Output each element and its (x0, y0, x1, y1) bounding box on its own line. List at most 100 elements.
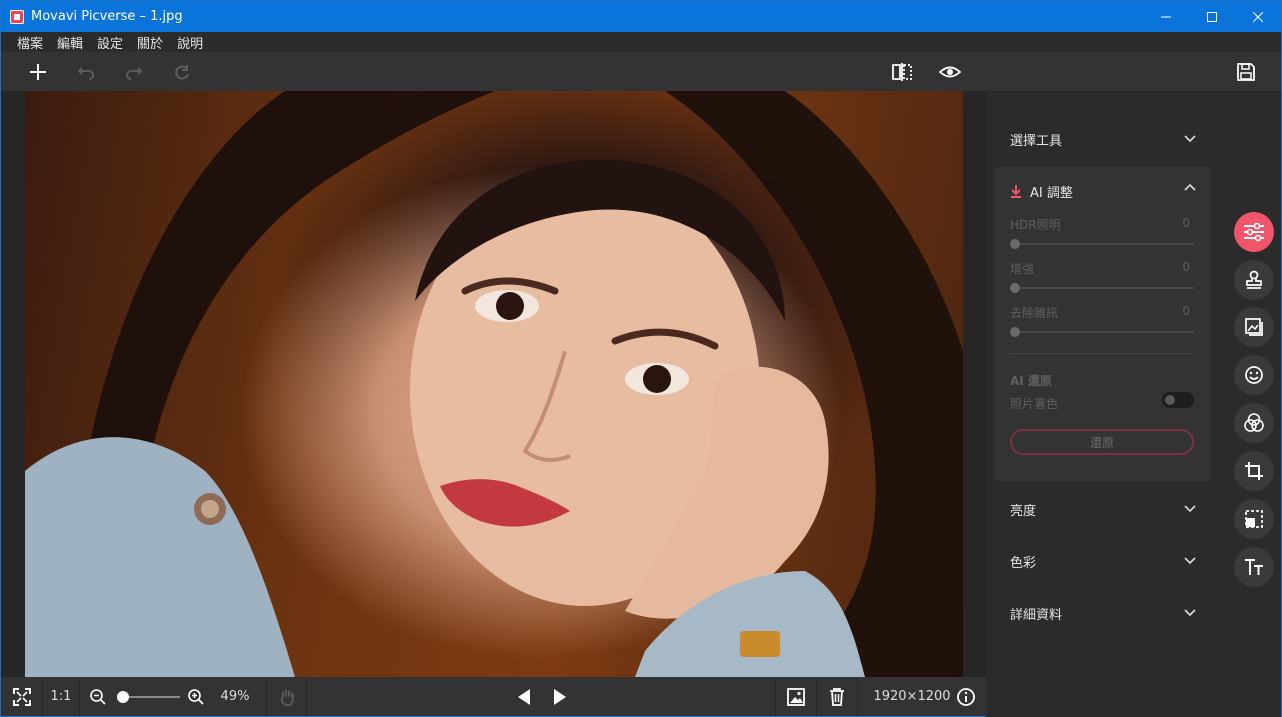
reset-button[interactable] (170, 60, 194, 84)
previous-image-button[interactable] (509, 677, 539, 716)
image-stack-icon (1245, 318, 1263, 336)
eye-icon (939, 66, 961, 78)
section-title: 選擇工具 (1010, 133, 1063, 149)
slider-name: HDR照明 (1010, 218, 1061, 232)
fullscreen-icon (12, 687, 31, 706)
slider-name: 增強 (1010, 262, 1035, 276)
tool-crop[interactable] (1234, 451, 1274, 491)
save-icon (1237, 63, 1255, 81)
colorize-toggle[interactable] (1162, 392, 1194, 408)
section-details[interactable]: 詳細資料 (1010, 603, 1196, 623)
triangle-right-icon (554, 688, 566, 705)
section-title: 詳細資料 (1010, 607, 1063, 623)
slider-value: 0 (1182, 260, 1190, 274)
add-button[interactable] (26, 60, 50, 84)
divider (1010, 353, 1194, 354)
section-select-tools[interactable]: 選擇工具 (1010, 129, 1196, 149)
maximize-icon (1207, 11, 1217, 22)
hdr-slider-label: HDR照明 0 (1010, 216, 1190, 233)
reset-icon (175, 65, 189, 80)
maximize-button[interactable] (1189, 1, 1235, 32)
toolbar (1, 52, 1281, 91)
hand-icon (280, 688, 294, 706)
redo-button[interactable] (122, 60, 146, 84)
trash-icon (830, 687, 844, 706)
enhance-slider[interactable] (1010, 287, 1194, 289)
portrait-photo (25, 91, 963, 677)
slider-value: 0 (1182, 216, 1190, 230)
restore-button[interactable]: 還原 (1010, 429, 1194, 455)
tool-stamp[interactable] (1234, 260, 1274, 300)
hdr-slider[interactable] (1010, 243, 1194, 245)
ai-adjust-section: AI 調整 HDR照明 0 增強 0 去除雜訊 0 AI 還原 照片著色 還原 (994, 167, 1210, 481)
minimize-button[interactable] (1143, 1, 1189, 32)
window-controls (1143, 1, 1281, 32)
enhance-slider-label: 增強 0 (1010, 260, 1190, 277)
undo-button[interactable] (74, 60, 98, 84)
separator (306, 677, 307, 716)
resize-icon (1245, 510, 1263, 528)
crop-icon (1245, 462, 1263, 480)
stamp-icon (1246, 270, 1262, 289)
bottom-bar: 1:1 49% 1920×1200 (1, 677, 986, 716)
menu-about[interactable]: 關於 (130, 33, 170, 52)
denoise-slider[interactable] (1010, 331, 1194, 333)
denoise-slider-handle[interactable] (1010, 327, 1020, 337)
section-title: 亮度 (1010, 503, 1037, 519)
delete-button[interactable] (817, 677, 857, 716)
close-icon (1253, 11, 1263, 22)
color-circles-icon (1244, 413, 1264, 432)
chevron-down-icon (1184, 609, 1196, 617)
separator (857, 677, 858, 716)
save-button[interactable] (1234, 60, 1258, 84)
slider-value: 0 (1182, 304, 1190, 318)
zoom-slider-handle[interactable] (117, 691, 129, 703)
close-button[interactable] (1235, 1, 1281, 32)
enhance-slider-handle[interactable] (1010, 283, 1020, 293)
zoom-in-icon (188, 688, 204, 705)
chevron-down-icon (1184, 557, 1196, 565)
minimize-icon (1161, 16, 1171, 17)
section-title: 色彩 (1010, 555, 1037, 571)
ai-restore-heading: AI 還原 (1010, 374, 1052, 388)
ai-adjust-title: AI 調整 (1030, 185, 1073, 201)
title-bar: Movavi Picverse – 1.jpg (1, 1, 1281, 32)
zoom-percent: 49% (220, 689, 250, 704)
pan-button[interactable] (274, 677, 300, 716)
compare-button[interactable] (890, 60, 914, 84)
zoom-in-button[interactable] (185, 677, 207, 716)
info-button[interactable] (954, 677, 978, 716)
menu-bar: 檔案 編輯 設定 關於 說明 (1, 32, 1281, 52)
colorize-label: 照片著色 (1010, 397, 1059, 411)
download-arrow-icon (1011, 185, 1021, 198)
zoom-out-button[interactable] (87, 677, 109, 716)
tool-resize[interactable] (1234, 499, 1274, 539)
menu-edit[interactable]: 編輯 (50, 33, 90, 52)
tool-strip (1223, 91, 1281, 717)
image-dimensions: 1920×1200 (873, 689, 951, 704)
smiley-icon (1245, 366, 1263, 384)
image-canvas[interactable] (1, 91, 986, 677)
menu-help[interactable]: 說明 (170, 33, 210, 52)
adjustments-panel: 選擇工具 AI 調整 HDR照明 0 增強 0 去除雜訊 0 AI 還原 照片著… (986, 91, 1223, 717)
section-color[interactable]: 色彩 (1010, 551, 1196, 571)
text-icon (1245, 559, 1263, 575)
denoise-slider-label: 去除雜訊 0 (1010, 304, 1190, 321)
ai-adjust-header[interactable]: AI 調整 (1010, 181, 1196, 201)
photo-preview[interactable] (25, 91, 963, 677)
menu-settings[interactable]: 設定 (90, 33, 130, 52)
tool-text[interactable] (1234, 547, 1274, 587)
tool-adjust[interactable] (1234, 212, 1274, 252)
menu-file[interactable]: 檔案 (10, 33, 50, 52)
tool-retouch[interactable] (1234, 355, 1274, 395)
tool-background[interactable] (1234, 307, 1274, 347)
preview-button[interactable] (938, 60, 962, 84)
chevron-up-icon (1184, 183, 1196, 191)
section-brightness[interactable]: 亮度 (1010, 499, 1196, 519)
fit-to-screen-button[interactable] (1, 677, 42, 716)
next-image-button[interactable] (545, 677, 575, 716)
actual-size-button[interactable]: 1:1 (43, 677, 79, 716)
tool-effects[interactable] (1234, 403, 1274, 443)
hdr-slider-handle[interactable] (1010, 239, 1020, 249)
open-image-button[interactable] (776, 677, 816, 716)
